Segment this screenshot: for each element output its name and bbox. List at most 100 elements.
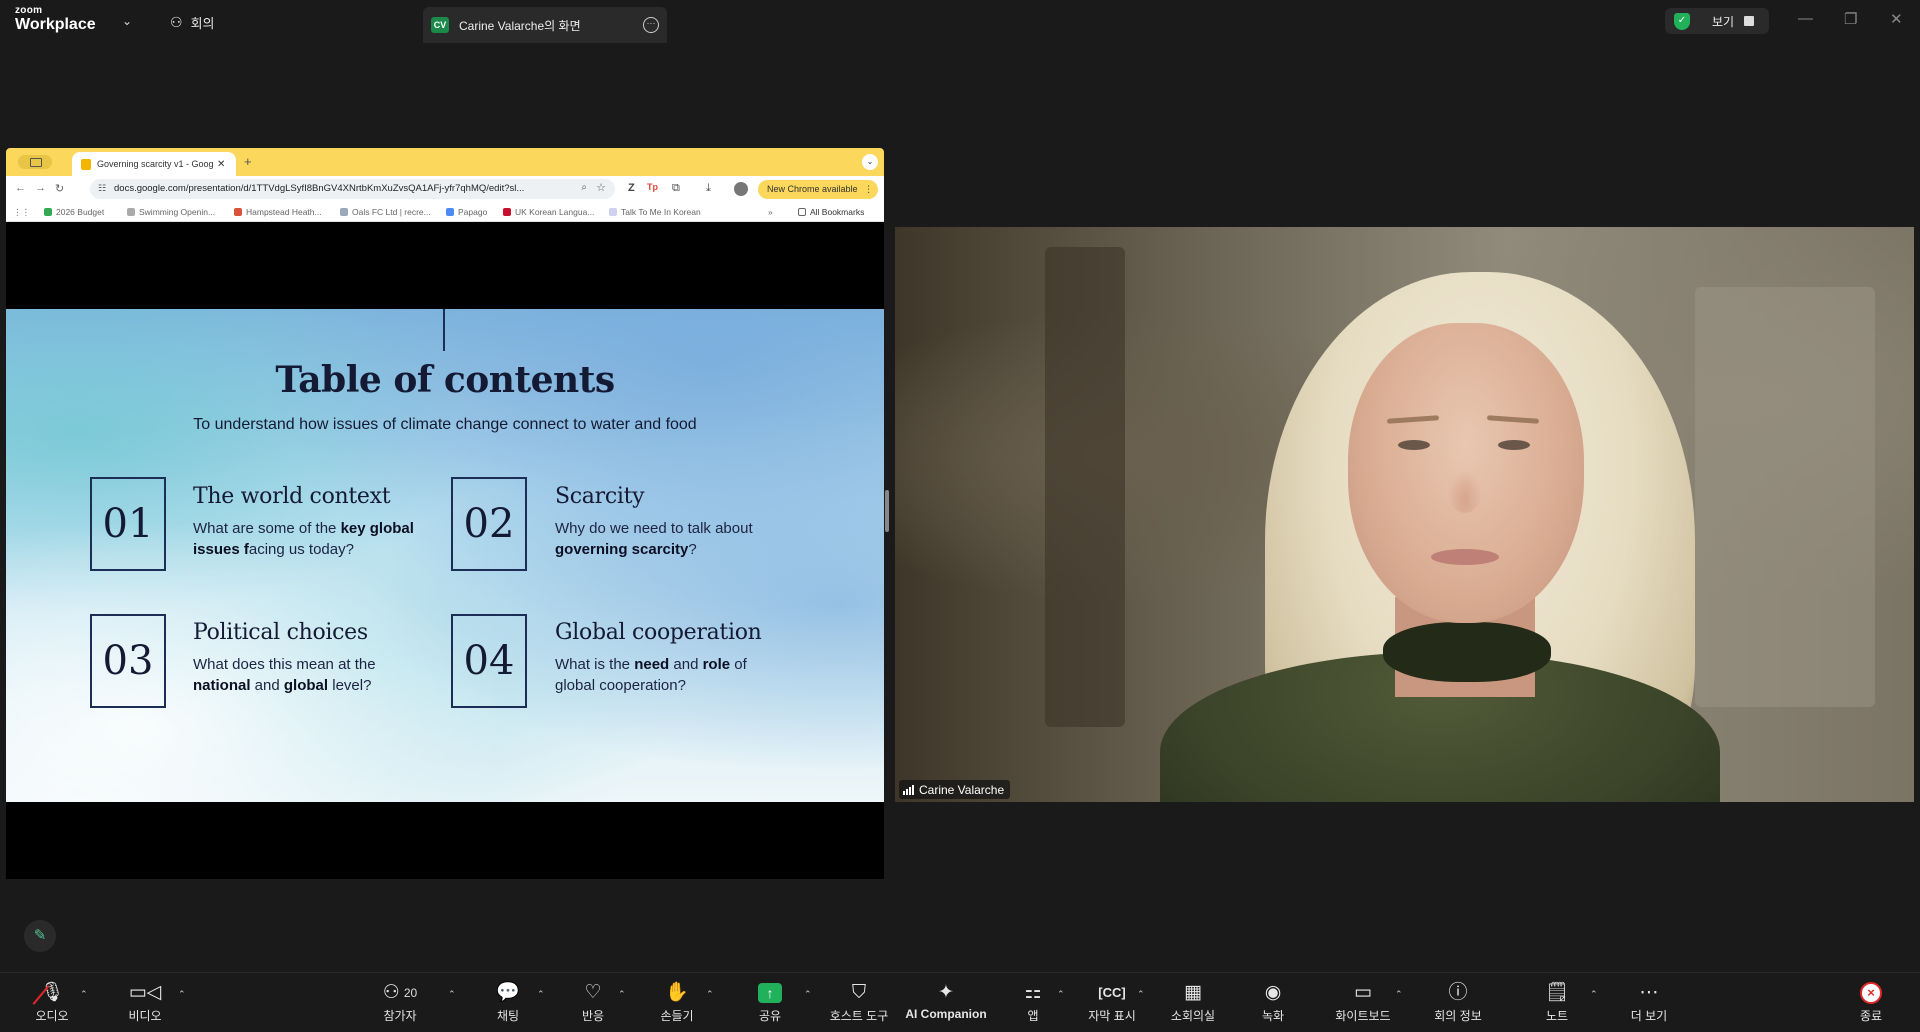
chat-caret-icon[interactable]: ⌃ [537,989,545,1000]
apps-caret-icon[interactable]: ⌃ [1057,989,1065,1000]
close-icon[interactable]: ✕ [1890,10,1903,28]
section-number-box: 03 [90,614,166,708]
audio-button[interactable]: 🎙 오디오 [7,979,97,1024]
meeting-button[interactable]: ⚇ 회의 [170,13,214,32]
breakout-rooms-button[interactable]: ▦ 소회의실 [1148,979,1238,1024]
video-caret-icon[interactable]: ⌃ [178,989,186,1000]
reload-icon[interactable]: ↻ [55,182,64,195]
section-title: The world context [193,484,391,509]
ai-companion-button[interactable]: ✦ AI Companion [900,979,992,1021]
section-title: Political choices [193,620,368,645]
video-button[interactable]: ▭◁ 비디오 [100,979,190,1024]
raise-hand-caret-icon[interactable]: ⌃ [706,989,714,1000]
bookmark-item[interactable]: Papago [446,207,487,217]
all-bookmarks-button[interactable]: All Bookmarks [798,207,864,217]
zoom-magnifier-icon[interactable]: ⌕ [581,182,587,193]
meeting-info-button[interactable]: ⓘ 회의 정보 [1413,979,1503,1024]
bookmark-item[interactable]: UK Korean Langua... [503,207,594,217]
annotate-pencil-icon[interactable]: ✎ [24,920,56,952]
address-bar[interactable]: ☷ docs.google.com/presentation/d/1TTVdgL… [90,179,615,199]
extensions-puzzle-icon[interactable]: ⧉ [672,182,680,195]
bookmark-item[interactable]: Oals FC Ltd | recre... [340,207,431,217]
forward-arrow-icon[interactable]: → [35,182,46,194]
record-button[interactable]: ◉ 녹화 [1228,979,1318,1024]
more-options-icon[interactable]: ··· [643,17,659,33]
extension-z-icon[interactable]: Z [628,182,635,194]
presentation-slide: Table of contents To understand how issu… [6,309,884,802]
shared-screen: Governing scarcity v1 - Goog ✕ + ⌄ ← → ↻… [6,148,884,879]
whiteboard-caret-icon[interactable]: ⌃ [1395,989,1403,1000]
kebab-menu-icon[interactable]: ⋮ [864,184,873,194]
zoom-workplace-logo[interactable]: zoom Workplace [15,6,96,33]
share-button[interactable]: ↑ 공유 [725,979,815,1024]
participants-button[interactable]: ⚇ 20 참가자 [355,979,445,1024]
chevron-down-icon[interactable]: ⌄ [122,14,132,28]
apps-button[interactable]: ⚏ 앱 [988,979,1078,1024]
host-tools-label: 호스트 도구 [829,1009,889,1023]
bookmark-star-icon[interactable]: ☆ [596,181,606,194]
browser-tab-title: Governing scarcity v1 - Goog [97,159,213,169]
raise-hand-button[interactable]: ✋ 손들기 [632,979,722,1024]
apps-grid-icon[interactable]: ⋮⋮ [13,207,30,218]
section-description: What does this mean at the national and … [193,656,376,694]
maximize-icon[interactable]: ❐ [1844,10,1857,28]
back-arrow-icon[interactable]: ← [15,182,26,194]
host-tools-button[interactable]: ⛉ 호스트 도구 [814,979,904,1024]
share-tab-title: Carine Valarche의 화면 [459,18,581,33]
bookmark-item[interactable]: Talk To Me In Korean [609,207,701,217]
title-bar: zoom Workplace ⌄ ⚇ 회의 CV Carine Valarche… [0,0,1920,44]
chrome-update-button[interactable]: New Chrome available ⋮ [758,180,878,199]
reactions-button[interactable]: ♡ 반응 [548,979,638,1024]
info-icon: ⓘ [1448,982,1468,1003]
site-info-icon[interactable]: ☷ [98,183,106,194]
section-description: Why do we need to talk about governing s… [555,520,753,558]
participants-label: 참가자 [383,1009,417,1023]
participants-caret-icon[interactable]: ⌃ [448,989,456,1000]
end-meeting-button[interactable]: × 종료 [1826,979,1916,1024]
chat-label: 채팅 [496,1009,520,1023]
all-bookmarks-label: All Bookmarks [810,207,865,217]
logo-small-text: zoom [15,5,43,16]
notes-caret-icon[interactable]: ⌃ [1590,989,1598,1000]
section-description: What are some of the key global issues f… [193,520,414,558]
signal-strength-icon [903,784,914,795]
reactions-label: 반응 [581,1009,605,1023]
end-x-icon: × [1826,979,1916,1007]
view-button[interactable]: ✓ 보기 [1665,8,1769,34]
bookmark-favicon-icon [340,208,348,216]
reactions-caret-icon[interactable]: ⌃ [618,989,626,1000]
bookmark-favicon-icon [234,208,242,216]
screen-share-tab[interactable]: CV Carine Valarche의 화면 ··· [423,7,667,43]
captions-button[interactable]: [CC] 자막 표시 [1067,979,1157,1024]
bookmark-item[interactable]: Hampstead Heath... [234,207,322,217]
share-caret-icon[interactable]: ⌃ [804,989,812,1000]
encryption-shield-icon[interactable]: ✓ [1674,12,1690,30]
download-icon[interactable]: ⤓ [706,182,711,195]
notes-button[interactable]: 🗒 노트 [1512,979,1602,1024]
section-number-box: 04 [451,614,527,708]
tab-close-icon[interactable]: ✕ [217,159,225,170]
bookmark-label: Talk To Me In Korean [621,207,701,217]
browser-tab[interactable]: Governing scarcity v1 - Goog ✕ [72,152,236,176]
participant-video-tile[interactable]: Carine Valarche [895,227,1914,802]
audio-caret-icon[interactable]: ⌃ [80,989,88,1000]
more-button[interactable]: ⋯ 더 보기 [1604,979,1694,1024]
new-tab-icon[interactable]: + [244,154,252,169]
extension-tp-icon[interactable]: Tp [647,182,658,192]
tab-search-icon[interactable] [18,155,52,169]
tab-list-chevron-icon[interactable]: ⌄ [862,154,878,170]
whiteboard-button[interactable]: ▭ 화이트보드 [1318,979,1408,1024]
bookmark-item[interactable]: 2026 Budget [44,207,104,217]
chat-button[interactable]: 💬 채팅 [463,979,553,1024]
logo-big-text: Workplace [15,16,96,33]
bookmark-item[interactable]: Swimming Openin... [127,207,215,217]
person-nose [1448,469,1482,513]
minimize-icon[interactable]: — [1798,10,1813,27]
breakout-label: 소회의실 [1170,1009,1216,1023]
profile-avatar[interactable] [734,182,748,196]
captions-caret-icon[interactable]: ⌃ [1137,989,1145,1000]
more-bookmarks-icon[interactable]: » [768,207,773,217]
end-label: 종료 [1859,1009,1883,1023]
more-label: 더 보기 [1630,1009,1668,1023]
split-resize-handle[interactable] [885,490,889,532]
